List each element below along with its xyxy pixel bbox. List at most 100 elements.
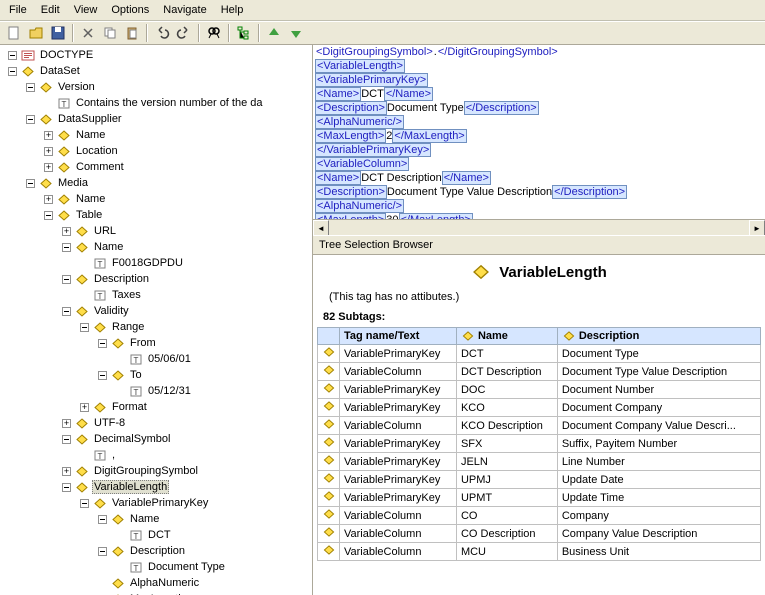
tree-node[interactable]: DCT bbox=[0, 527, 312, 543]
tree-node[interactable]: URL bbox=[0, 223, 312, 239]
table-row[interactable]: VariablePrimaryKeyUPMJUpdate Date bbox=[318, 471, 761, 489]
menu-view[interactable]: View bbox=[67, 2, 105, 18]
collapse-icon[interactable] bbox=[8, 67, 17, 76]
tree-node[interactable]: Name bbox=[0, 127, 312, 143]
tree-label[interactable]: Table bbox=[74, 209, 104, 221]
tree-label[interactable]: Taxes bbox=[110, 289, 143, 301]
collapse-icon[interactable] bbox=[26, 83, 35, 92]
xml-line[interactable]: <AlphaNumeric/> bbox=[315, 199, 763, 213]
tree-node[interactable]: Taxes bbox=[0, 287, 312, 303]
tree-label[interactable]: F0018GDPDU bbox=[110, 257, 185, 269]
table-row[interactable]: VariableColumnMCUBusiness Unit bbox=[318, 543, 761, 561]
tree-label[interactable]: Media bbox=[56, 177, 90, 189]
table-row[interactable]: VariablePrimaryKeySFXSuffix, Payitem Num… bbox=[318, 435, 761, 453]
collapse-icon[interactable] bbox=[26, 179, 35, 188]
collapse-icon[interactable] bbox=[62, 435, 71, 444]
tree-node[interactable]: Format bbox=[0, 399, 312, 415]
tree-label[interactable]: DigitGroupingSymbol bbox=[92, 465, 200, 477]
tree-label[interactable]: Name bbox=[128, 513, 161, 525]
tree-node[interactable]: DigitGroupingSymbol bbox=[0, 463, 312, 479]
collapse-icon[interactable] bbox=[62, 243, 71, 252]
tree-label[interactable]: Format bbox=[110, 401, 149, 413]
prev-button[interactable] bbox=[264, 23, 284, 43]
tree-label[interactable]: Contains the version number of the da bbox=[74, 97, 265, 109]
collapse-icon[interactable] bbox=[8, 51, 17, 60]
collapse-icon[interactable] bbox=[62, 483, 71, 492]
collapse-icon[interactable] bbox=[98, 515, 107, 524]
collapse-icon[interactable] bbox=[98, 547, 107, 556]
paste-button[interactable] bbox=[122, 23, 142, 43]
expand-icon[interactable] bbox=[44, 163, 53, 172]
expand-icon[interactable] bbox=[62, 467, 71, 476]
xml-line[interactable]: <VariableColumn> bbox=[315, 157, 763, 171]
tree-node[interactable]: Document Type bbox=[0, 559, 312, 575]
table-row[interactable]: VariableColumnCO DescriptionCompany Valu… bbox=[318, 525, 761, 543]
tree-label[interactable]: Validity bbox=[92, 305, 131, 317]
expand-icon[interactable] bbox=[62, 419, 71, 428]
expand-icon[interactable] bbox=[44, 131, 53, 140]
tree-node[interactable]: Range bbox=[0, 319, 312, 335]
undo-button[interactable] bbox=[152, 23, 172, 43]
tree-node[interactable]: Contains the version number of the da bbox=[0, 95, 312, 111]
tree-label[interactable]: , bbox=[110, 449, 117, 461]
collapse-icon[interactable] bbox=[80, 323, 89, 332]
tree-label[interactable]: DecimalSymbol bbox=[92, 433, 172, 445]
xml-line[interactable]: <AlphaNumeric/> bbox=[315, 115, 763, 129]
tree-node[interactable]: DataSet bbox=[0, 63, 312, 79]
tree-label[interactable]: 05/06/01 bbox=[146, 353, 193, 365]
tree-node[interactable]: DOCTYPE bbox=[0, 47, 312, 63]
tree-node[interactable]: 05/06/01 bbox=[0, 351, 312, 367]
tree-node[interactable]: VariableLength bbox=[0, 479, 312, 495]
tree-button[interactable] bbox=[234, 23, 254, 43]
tree-node[interactable]: 05/12/31 bbox=[0, 383, 312, 399]
tree-label[interactable]: Comment bbox=[74, 161, 126, 173]
tree-node[interactable]: VariablePrimaryKey bbox=[0, 495, 312, 511]
copy-button[interactable] bbox=[100, 23, 120, 43]
expand-icon[interactable] bbox=[80, 403, 89, 412]
next-button[interactable] bbox=[286, 23, 306, 43]
tree-label[interactable]: Name bbox=[74, 129, 107, 141]
tree-node[interactable]: F0018GDPDU bbox=[0, 255, 312, 271]
xml-line[interactable]: <Name>DCT</Name> bbox=[315, 87, 763, 101]
tree-label[interactable]: Name bbox=[92, 241, 125, 253]
collapse-icon[interactable] bbox=[80, 499, 89, 508]
collapse-icon[interactable] bbox=[62, 275, 71, 284]
tree-label[interactable]: Name bbox=[74, 193, 107, 205]
tree-label[interactable]: VariablePrimaryKey bbox=[110, 497, 210, 509]
tree-label[interactable]: UTF-8 bbox=[92, 417, 127, 429]
tree-node[interactable]: Name bbox=[0, 239, 312, 255]
menu-options[interactable]: Options bbox=[104, 2, 156, 18]
xml-line[interactable]: <Description>Document Type Value Descrip… bbox=[315, 185, 763, 199]
xml-line[interactable]: <MaxLength>2</MaxLength> bbox=[315, 129, 763, 143]
tree-label[interactable]: To bbox=[128, 369, 144, 381]
tree-label[interactable]: AlphaNumeric bbox=[128, 577, 201, 589]
tree-node[interactable]: Table bbox=[0, 207, 312, 223]
table-row[interactable]: VariablePrimaryKeyDCTDocument Type bbox=[318, 345, 761, 363]
collapse-icon[interactable] bbox=[98, 339, 107, 348]
tree-node[interactable]: Media bbox=[0, 175, 312, 191]
xml-line[interactable]: </VariablePrimaryKey> bbox=[315, 143, 763, 157]
tree-node[interactable]: UTF-8 bbox=[0, 415, 312, 431]
open-button[interactable] bbox=[26, 23, 46, 43]
tree-label[interactable]: From bbox=[128, 337, 158, 349]
xml-line[interactable]: <VariablePrimaryKey> bbox=[315, 73, 763, 87]
new-button[interactable] bbox=[4, 23, 24, 43]
expand-icon[interactable] bbox=[44, 195, 53, 204]
xml-line[interactable]: <Description>Document Type</Description> bbox=[315, 101, 763, 115]
table-row[interactable]: VariableColumnCOCompany bbox=[318, 507, 761, 525]
collapse-icon[interactable] bbox=[62, 307, 71, 316]
collapse-icon[interactable] bbox=[26, 115, 35, 124]
tree-node[interactable]: , bbox=[0, 447, 312, 463]
tree-label[interactable]: Description bbox=[92, 273, 151, 285]
tree-label[interactable]: Description bbox=[128, 545, 187, 557]
tree-node[interactable]: Validity bbox=[0, 303, 312, 319]
collapse-icon[interactable] bbox=[44, 211, 53, 220]
menu-file[interactable]: File bbox=[2, 2, 34, 18]
tree-label[interactable]: DataSupplier bbox=[56, 113, 124, 125]
tree-node[interactable]: Description bbox=[0, 543, 312, 559]
expand-icon[interactable] bbox=[44, 147, 53, 156]
tree-node[interactable]: To bbox=[0, 367, 312, 383]
table-row[interactable]: VariablePrimaryKeyDOCDocument Number bbox=[318, 381, 761, 399]
xml-line[interactable]: <DigitGroupingSymbol>.</DigitGroupingSym… bbox=[315, 45, 763, 59]
expand-icon[interactable] bbox=[62, 227, 71, 236]
